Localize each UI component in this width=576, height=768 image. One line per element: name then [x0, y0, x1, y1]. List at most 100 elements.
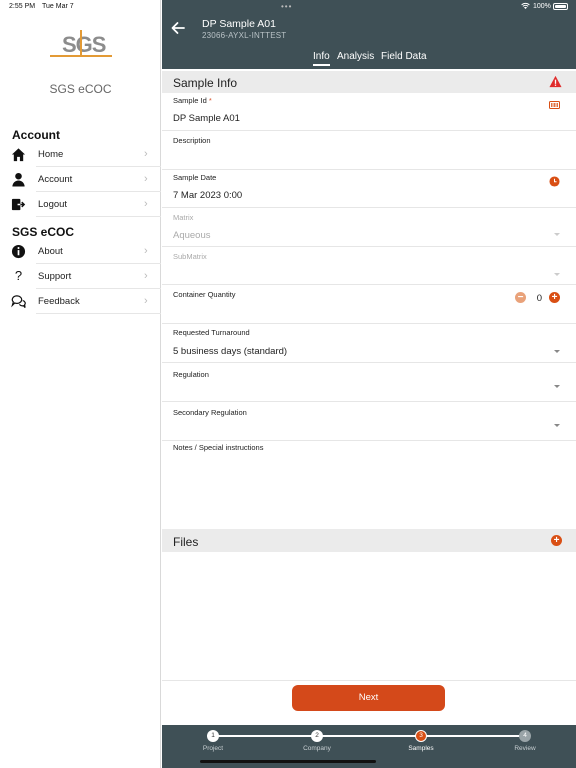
sample-id-field[interactable]: Sample Id * DP Sample A01	[162, 93, 576, 131]
question-icon: ?	[14, 268, 23, 283]
divider	[36, 216, 161, 217]
chat-bubbles-icon	[11, 295, 26, 308]
field-label: SubMatrix	[173, 252, 207, 261]
sidebar-item-label: Logout	[38, 199, 68, 210]
files-section-header: Files +	[162, 529, 576, 552]
field-label: Sample Date	[173, 173, 217, 182]
info-icon	[11, 244, 26, 259]
section-title: Files	[173, 535, 199, 549]
sidebar-item-support[interactable]: ? Support ›	[0, 264, 161, 289]
regulation-field[interactable]: Regulation	[162, 363, 576, 402]
chevron-right-icon: ›	[144, 295, 148, 307]
divider	[162, 680, 576, 681]
sidebar-item-label: Support	[38, 271, 72, 282]
matrix-select: Aqueous	[173, 230, 211, 241]
chevron-right-icon: ›	[144, 270, 148, 282]
main-panel: DP Sample A01 23066-AYXL-INTTEST Info An…	[162, 0, 576, 768]
field-label: Requested Turnaround	[173, 328, 250, 337]
step-3-indicator[interactable]: 3	[415, 730, 427, 742]
sidebar-item-label: About	[38, 246, 63, 257]
sgs-logo: SGS	[50, 28, 112, 62]
status-date: Tue Mar 7	[42, 3, 74, 10]
logout-icon	[11, 198, 26, 211]
sample-id-input[interactable]: DP Sample A01	[173, 113, 240, 124]
required-marker: *	[208, 96, 212, 105]
warning-icon[interactable]	[549, 75, 562, 88]
battery-percentage: 100%	[533, 3, 551, 10]
page-subtitle: 23066-AYXL-INTTEST	[202, 31, 287, 40]
chevron-right-icon: ›	[144, 173, 148, 185]
increment-button[interactable]: +	[549, 292, 560, 303]
sidebar-item-home[interactable]: Home ›	[0, 142, 161, 167]
quantity-value: 0	[536, 293, 542, 304]
sample-date-field[interactable]: Sample Date 7 Mar 2023 0:00	[162, 170, 576, 208]
barcode-scan-icon[interactable]	[549, 101, 560, 109]
step-4-label: Review	[514, 745, 536, 752]
status-bar: 2:55 PM Tue Mar 7 ••• 100%	[0, 0, 576, 14]
section-heading-account: Account	[12, 128, 60, 142]
step-3-label: Samples	[408, 745, 434, 752]
chevron-down-icon	[554, 385, 560, 388]
sidebar-item-logout[interactable]: Logout ›	[0, 192, 161, 217]
sidebar-item-label: Account	[38, 174, 73, 185]
sample-date-value[interactable]: 7 Mar 2023 0:00	[173, 190, 242, 201]
field-label: Sample Id *	[173, 96, 212, 105]
section-title: Sample Info	[173, 76, 238, 90]
tab-bar: Info Analysis Field Data	[162, 51, 576, 67]
matrix-field: Matrix Aqueous	[162, 208, 576, 247]
step-connector	[421, 735, 525, 737]
minus-icon: −	[517, 292, 524, 303]
field-label: Secondary Regulation	[173, 408, 247, 417]
chevron-down-icon	[554, 424, 560, 427]
chevron-right-icon: ›	[144, 198, 148, 210]
person-icon	[12, 172, 25, 187]
tab-info[interactable]: Info	[313, 51, 330, 66]
home-icon	[11, 148, 26, 162]
add-file-button[interactable]: +	[551, 535, 562, 546]
plus-icon: +	[551, 292, 558, 303]
field-label: Regulation	[173, 370, 209, 379]
chevron-right-icon: ›	[144, 148, 148, 160]
sidebar: SGS SGS eCOC Account Home › Account › Lo…	[0, 0, 161, 768]
chevron-down-icon	[554, 233, 560, 236]
chevron-right-icon: ›	[144, 245, 148, 257]
container-quantity-field: Container Quantity − 0 +	[162, 285, 576, 324]
app-name: SGS eCOC	[49, 82, 112, 96]
field-label: Matrix	[173, 213, 194, 222]
field-label: Notes / Special instructions	[173, 443, 264, 452]
decrement-button[interactable]: −	[515, 292, 526, 303]
divider	[36, 313, 161, 314]
tab-field-data[interactable]: Field Data	[381, 51, 427, 64]
battery-icon	[553, 3, 568, 10]
section-heading-sgs-ecoc: SGS eCOC	[12, 225, 75, 239]
sidebar-item-feedback[interactable]: Feedback ›	[0, 289, 161, 314]
logo-bar	[80, 30, 82, 56]
plus-icon: +	[553, 535, 560, 546]
chevron-down-icon	[554, 273, 560, 276]
multitasking-dots-icon[interactable]: •••	[281, 2, 292, 11]
notes-field[interactable]: Notes / Special instructions	[162, 441, 576, 529]
step-2-label: Company	[303, 745, 331, 752]
clock-icon[interactable]	[549, 176, 560, 187]
requested-turnaround-select[interactable]: 5 business days (standard)	[173, 346, 287, 357]
description-field[interactable]: Description	[162, 131, 576, 170]
page-title: DP Sample A01	[202, 18, 276, 30]
step-1-indicator[interactable]: 1	[207, 730, 219, 742]
step-connector	[213, 735, 317, 737]
field-label: Description	[173, 136, 211, 145]
step-connector	[317, 735, 421, 737]
field-label: Container Quantity	[173, 290, 236, 299]
home-indicator[interactable]	[200, 760, 376, 763]
wifi-icon	[521, 2, 530, 9]
step-1-label: Project	[202, 745, 224, 752]
tab-analysis[interactable]: Analysis	[337, 51, 374, 64]
secondary-regulation-field[interactable]: Secondary Regulation	[162, 402, 576, 441]
step-4-indicator[interactable]: 4	[519, 730, 531, 742]
chevron-down-icon	[554, 350, 560, 353]
requested-turnaround-field[interactable]: Requested Turnaround 5 business days (st…	[162, 324, 576, 363]
back-arrow-icon[interactable]	[170, 20, 186, 36]
step-2-indicator[interactable]: 2	[311, 730, 323, 742]
sidebar-item-account[interactable]: Account ›	[0, 167, 161, 192]
sidebar-item-about[interactable]: About ›	[0, 239, 161, 264]
next-button[interactable]: Next	[292, 685, 445, 711]
